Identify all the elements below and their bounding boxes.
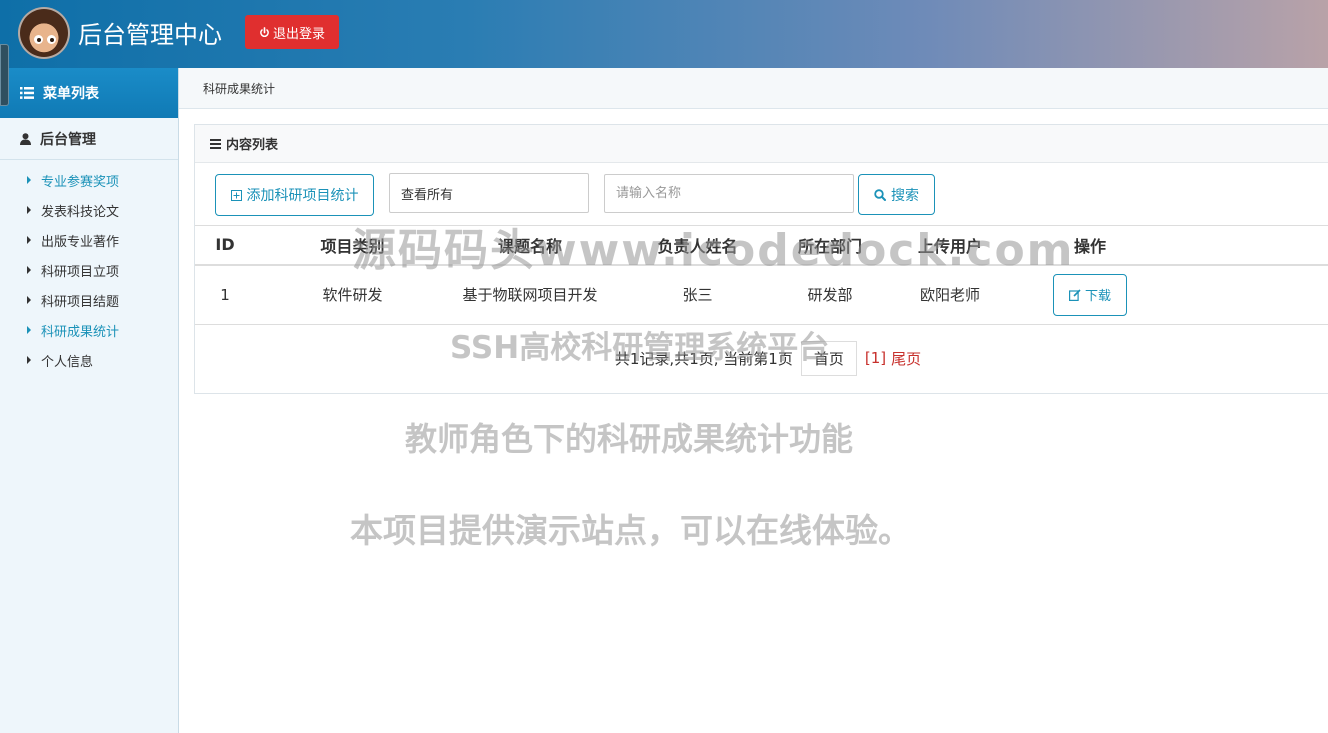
current-page-indicator: [1]: [864, 349, 887, 367]
caret-right-icon: [27, 296, 31, 304]
logout-label: 退出登录: [272, 26, 325, 42]
col-header-dept: 所在部门: [797, 236, 862, 256]
cell-owner: 张三: [682, 286, 713, 305]
bars-icon: [210, 138, 221, 149]
cell-category: 软件研发: [322, 286, 383, 305]
sidebar-item-papers[interactable]: 发表科技论文: [0, 195, 178, 225]
caret-right-icon: [27, 266, 31, 274]
sidebar-item-books[interactable]: 出版专业著作: [0, 225, 178, 255]
breadcrumb: 科研成果统计: [179, 68, 1328, 109]
col-header-filler: [1155, 226, 1328, 265]
breadcrumb-current: 科研成果统计: [203, 81, 276, 96]
panel-header: 内容列表: [195, 125, 1328, 163]
user-avatar: [18, 7, 70, 59]
last-page-link[interactable]: 尾页: [891, 348, 921, 369]
cell-filler: [1155, 265, 1328, 325]
cell-uploader: 欧阳老师: [919, 286, 980, 305]
cell-topic: 基于物联网项目开发: [462, 286, 598, 305]
cell-id: 1: [220, 285, 230, 304]
app-title: 后台管理中心: [78, 21, 222, 49]
sidebar-toggle-handle[interactable]: [0, 44, 9, 106]
add-record-button[interactable]: 添加科研项目统计: [215, 174, 374, 216]
col-header-owner: 负责人姓名: [657, 236, 738, 256]
cell-actions: 下载: [1025, 265, 1155, 325]
table-header-row: ID 项目类别 课题名称 负责人姓名 所在部门 上传用户 操作: [195, 225, 1328, 265]
cell-dept: 研发部: [807, 286, 853, 305]
sidebar-group-admin[interactable]: 后台管理: [0, 118, 178, 160]
list-icon: [20, 87, 34, 99]
filter-selected-value: 查看所有: [401, 187, 454, 203]
caret-right-icon: [27, 176, 31, 184]
caret-right-icon: [27, 236, 31, 244]
sidebar-item-competition-awards[interactable]: 专业参赛奖项: [0, 165, 178, 195]
download-button[interactable]: 下载: [1053, 273, 1127, 316]
sidebar-item-project-approval[interactable]: 科研项目立项: [0, 255, 178, 285]
top-header: 后台管理中心 退出登录: [0, 0, 1328, 68]
search-label: 搜索: [891, 187, 919, 204]
sidebar: 菜单列表 后台管理 专业参赛奖项 发表科技论文 出版专业著作 科研项目立项 科研…: [0, 68, 179, 733]
pagination-summary: 共1记录,共1页, 当前第1页: [614, 349, 793, 368]
plus-square-icon: [230, 189, 242, 201]
category-filter-select[interactable]: 查看所有: [389, 173, 589, 213]
sidebar-heading: 菜单列表: [0, 68, 178, 118]
caret-right-icon: [27, 356, 31, 364]
content-panel: 内容列表 添加科研项目统计 查看所有 搜索 ID 项目类别 课题名称 负责人姓名…: [194, 124, 1328, 394]
col-header-category: 项目类别: [320, 236, 385, 256]
watermark-demo-note: 本项目提供演示站点，可以在线体验。: [350, 511, 911, 550]
sidebar-heading-label: 菜单列表: [43, 86, 99, 102]
edit-icon: [1068, 289, 1081, 301]
col-header-id: ID: [215, 235, 235, 255]
pagination: 共1记录,共1页, 当前第1页 首页 [1] 尾页: [195, 340, 1328, 376]
user-icon: [20, 132, 31, 145]
download-label: 下载: [1084, 289, 1111, 305]
power-icon: [260, 26, 269, 37]
col-header-actions: 操作: [1073, 236, 1106, 256]
sidebar-item-profile[interactable]: 个人信息: [0, 345, 178, 375]
search-input[interactable]: [604, 174, 854, 213]
add-record-label: 添加科研项目统计: [246, 188, 359, 204]
watermark-feature: 教师角色下的科研成果统计功能: [405, 420, 854, 458]
table-row: 1 软件研发 基于物联网项目开发 张三 研发部 欧阳老师 下载: [195, 265, 1328, 325]
search-icon: [874, 188, 886, 201]
caret-right-icon: [27, 206, 31, 214]
search-button[interactable]: 搜索: [858, 174, 935, 215]
data-table: ID 项目类别 课题名称 负责人姓名 所在部门 上传用户 操作 1 软件研发 基…: [195, 225, 1328, 325]
caret-right-icon: [27, 326, 31, 334]
logout-button[interactable]: 退出登录: [245, 15, 339, 49]
sidebar-menu: 专业参赛奖项 发表科技论文 出版专业著作 科研项目立项 科研项目结题 科研成果统…: [0, 160, 178, 375]
panel-title: 内容列表: [226, 138, 279, 153]
sidebar-item-research-stats[interactable]: 科研成果统计: [0, 315, 178, 345]
sidebar-item-project-closure[interactable]: 科研项目结题: [0, 285, 178, 315]
col-header-topic: 课题名称: [497, 236, 562, 256]
first-page-link[interactable]: 首页: [800, 340, 857, 376]
sidebar-group-label: 后台管理: [40, 131, 96, 148]
col-header-uploader: 上传用户: [917, 236, 982, 256]
